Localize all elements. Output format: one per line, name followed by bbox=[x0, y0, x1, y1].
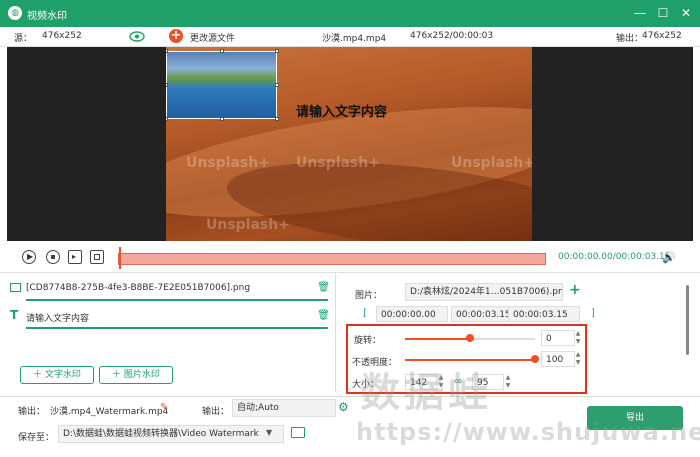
play-icon: ▶ bbox=[27, 252, 34, 261]
add-source-icon[interactable]: + bbox=[169, 29, 183, 43]
resize-handle[interactable] bbox=[166, 49, 168, 53]
timeline-track[interactable] bbox=[118, 253, 546, 265]
list-item[interactable]: T 请输入文字内容 🗑 bbox=[6, 305, 332, 329]
stock-watermark: Unsplash+ bbox=[186, 155, 270, 171]
resolution-time: 476x252/00:00:03 bbox=[410, 31, 494, 41]
text-watermark-overlay[interactable]: 请输入文字内容 bbox=[296, 101, 387, 120]
output-name: 沙漠.mp4_Watermark.mp4 bbox=[50, 407, 169, 417]
save-path-select[interactable]: D:\数据蛙\数据蛙视频转换器\Video Watermark bbox=[58, 425, 284, 443]
minimize-button[interactable]: — bbox=[632, 5, 648, 21]
maximize-button[interactable]: ☐ bbox=[655, 5, 671, 21]
resize-handle[interactable] bbox=[275, 117, 279, 121]
resize-handle[interactable] bbox=[275, 83, 279, 87]
snapshot-icon bbox=[94, 254, 100, 260]
delete-icon[interactable]: 🗑 bbox=[317, 310, 330, 321]
delete-icon[interactable]: 🗑 bbox=[317, 282, 330, 293]
title-bar: ◍ 视频水印 — ☐ ✕ bbox=[0, 0, 700, 27]
source-label: 源： bbox=[14, 34, 33, 44]
file-name: 沙漠.mp4.mp4 bbox=[322, 34, 387, 44]
gear-icon[interactable]: ⚙ bbox=[338, 400, 349, 414]
image-watermark-overlay[interactable] bbox=[166, 49, 279, 121]
image-icon bbox=[10, 283, 21, 292]
chevron-down-icon[interactable]: ▼ bbox=[266, 428, 272, 437]
slider-thumb[interactable] bbox=[466, 334, 474, 342]
format-select[interactable]: 自动;Auto bbox=[232, 399, 336, 417]
add-image-watermark-button[interactable]: ＋ 图片水印 bbox=[99, 366, 173, 384]
selection-underline bbox=[26, 327, 328, 329]
playback-time: 00:00:00.00/00:00:03.15 bbox=[558, 252, 671, 262]
change-source-button[interactable]: 更改源文件 bbox=[190, 31, 235, 44]
list-item[interactable]: [CD8774B8-275B-4fe3-B8BE-7E2E051B7006].p… bbox=[6, 277, 332, 301]
image-label: 图片： bbox=[355, 291, 383, 301]
app-logo-icon: ◍ bbox=[8, 6, 22, 20]
video-frame[interactable]: Unsplash+ Unsplash+ Unsplash+ Unsplash+ … bbox=[166, 47, 532, 241]
rotate-input[interactable]: 0 bbox=[541, 330, 575, 346]
resize-handle[interactable] bbox=[220, 49, 224, 53]
slider-thumb[interactable] bbox=[531, 355, 539, 363]
selection-underline bbox=[26, 299, 328, 301]
step-icon: ▸ bbox=[72, 252, 77, 261]
time-start-field[interactable]: 00:00:00.00 bbox=[376, 306, 448, 322]
resize-handle[interactable] bbox=[166, 117, 168, 121]
edit-icon[interactable]: ✎ bbox=[160, 402, 168, 413]
rotate-label: 旋转： bbox=[354, 336, 382, 346]
save-label: 保存至： bbox=[18, 433, 55, 443]
list-item-label: 请输入文字内容 bbox=[26, 314, 90, 324]
eye-icon[interactable] bbox=[129, 31, 145, 42]
stock-watermark: Unsplash+ bbox=[296, 155, 380, 171]
spinner-icon[interactable]: ▲ ▼ bbox=[504, 374, 512, 390]
bracket-end-icon[interactable]: ] bbox=[591, 308, 595, 319]
format-label: 输出： bbox=[202, 407, 230, 417]
site-watermark-url: https://www.shujuwa.net bbox=[356, 418, 700, 446]
output-name-label: 输出： bbox=[18, 407, 46, 417]
button-label: 文字水印 bbox=[44, 370, 81, 380]
rotate-slider[interactable] bbox=[405, 334, 535, 342]
info-bar: 源： 476x252 + 更改源文件 沙漠.mp4.mp4 476x252/00… bbox=[0, 27, 700, 47]
site-watermark: 数据蛙 bbox=[360, 370, 492, 416]
spinner-icon[interactable]: ▲ ▼ bbox=[574, 351, 582, 367]
source-resolution: 476x252 bbox=[42, 31, 82, 41]
opacity-input[interactable]: 100 bbox=[541, 351, 575, 367]
snapshot-button[interactable] bbox=[90, 250, 104, 264]
play-button[interactable]: ▶ bbox=[22, 250, 36, 264]
folder-icon[interactable] bbox=[291, 427, 305, 438]
resize-handle[interactable] bbox=[220, 117, 224, 121]
text-icon: T bbox=[10, 308, 19, 322]
stock-watermark: Unsplash+ bbox=[206, 217, 290, 233]
frame-forward-button[interactable]: ▸ bbox=[68, 250, 82, 264]
duration-field[interactable]: 00:00:03.15 bbox=[508, 306, 580, 322]
output-resolution: 476x252 bbox=[642, 31, 682, 41]
stop-button[interactable] bbox=[46, 250, 60, 264]
resize-handle[interactable] bbox=[275, 49, 279, 53]
volume-icon[interactable]: 🔊 bbox=[662, 251, 676, 264]
resize-handle[interactable] bbox=[166, 83, 168, 87]
stock-watermark: Unsplash+ bbox=[451, 155, 532, 171]
list-item-label: [CD8774B8-275B-4fe3-B8BE-7E2E051B7006].p… bbox=[26, 283, 251, 293]
window-title: 视频水印 bbox=[27, 11, 67, 22]
video-preview: Unsplash+ Unsplash+ Unsplash+ Unsplash+ … bbox=[7, 47, 693, 241]
scrollbar[interactable] bbox=[686, 285, 689, 355]
image-path-field[interactable]: D:/袁林炫/2024年1…051B7006).png bbox=[405, 283, 563, 301]
stop-icon bbox=[51, 255, 55, 259]
bracket-start-icon[interactable]: [ bbox=[363, 308, 367, 319]
button-label: 图片水印 bbox=[123, 370, 160, 380]
close-button[interactable]: ✕ bbox=[678, 5, 694, 21]
output-label: 输出： bbox=[616, 34, 644, 44]
add-text-watermark-button[interactable]: ＋ 文字水印 bbox=[20, 366, 94, 384]
slider-fill bbox=[405, 338, 470, 340]
playback-bar: ▶ ▸ 00:00:00.00/00:00:03.15 🔊 bbox=[0, 243, 700, 272]
playhead[interactable] bbox=[119, 247, 125, 269]
add-icon[interactable]: + bbox=[569, 282, 581, 298]
spinner-icon[interactable]: ▲ ▼ bbox=[574, 330, 582, 346]
